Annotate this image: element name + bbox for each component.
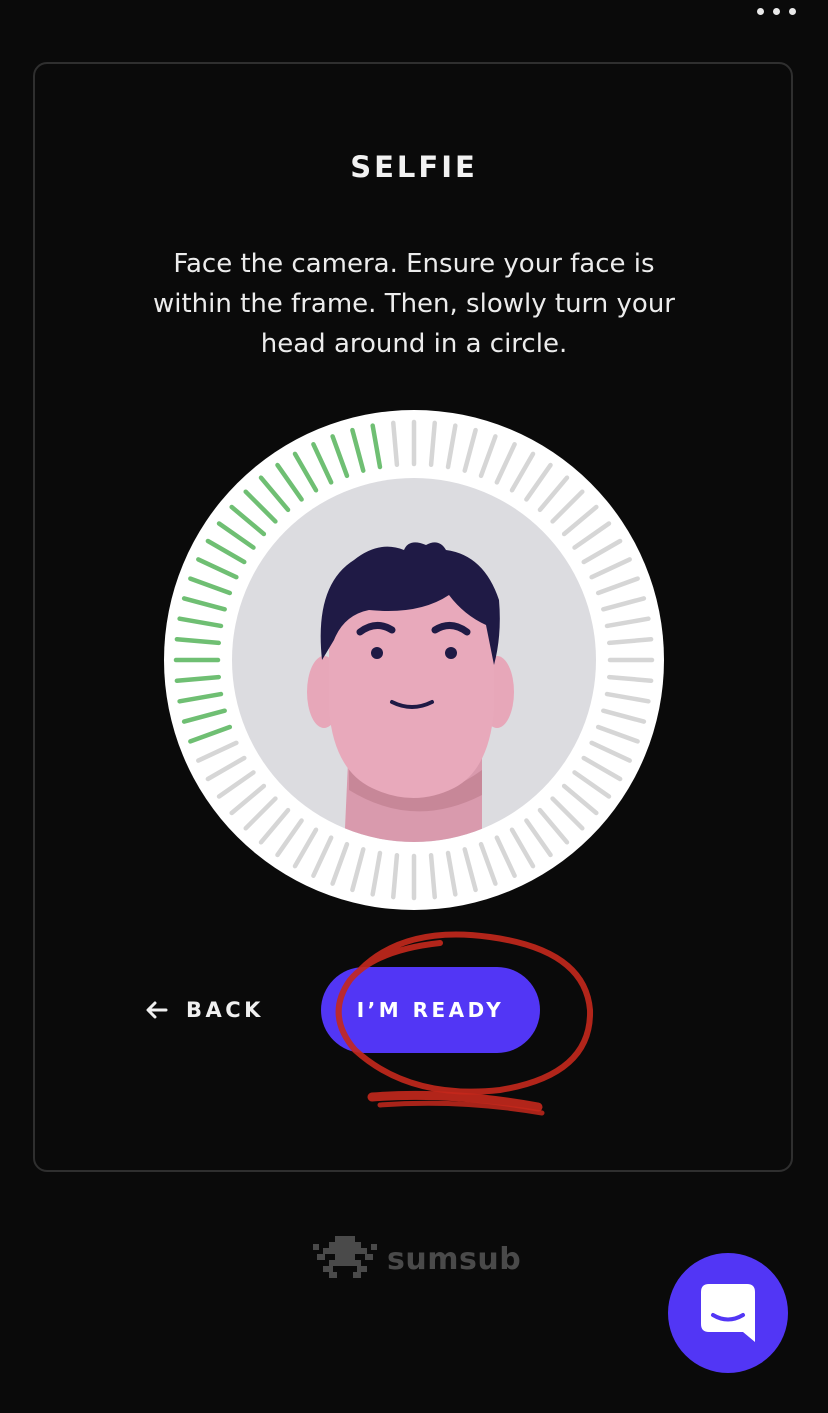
more-dot-icon xyxy=(757,8,764,15)
chat-bubble-icon xyxy=(701,1284,755,1342)
chat-launcher-button[interactable] xyxy=(668,1253,788,1373)
im-ready-button-label: I’M READY xyxy=(356,998,505,1022)
sumsub-branding: sumsub xyxy=(313,1236,521,1282)
im-ready-button[interactable]: I’M READY xyxy=(321,967,540,1053)
arrow-left-icon xyxy=(146,1001,168,1019)
sumsub-logo-icon xyxy=(313,1236,377,1278)
more-dot-icon xyxy=(773,8,780,15)
back-button[interactable]: BACK xyxy=(146,992,264,1028)
instructions-text: Face the camera. Ensure your face is wit… xyxy=(153,249,675,359)
back-button-label: BACK xyxy=(186,998,264,1022)
more-options-button[interactable] xyxy=(755,6,798,17)
page-title: SELFIE xyxy=(350,150,478,184)
face-frame-illustration xyxy=(164,410,664,910)
more-dot-icon xyxy=(789,8,796,15)
brand-name: sumsub xyxy=(387,1241,522,1277)
